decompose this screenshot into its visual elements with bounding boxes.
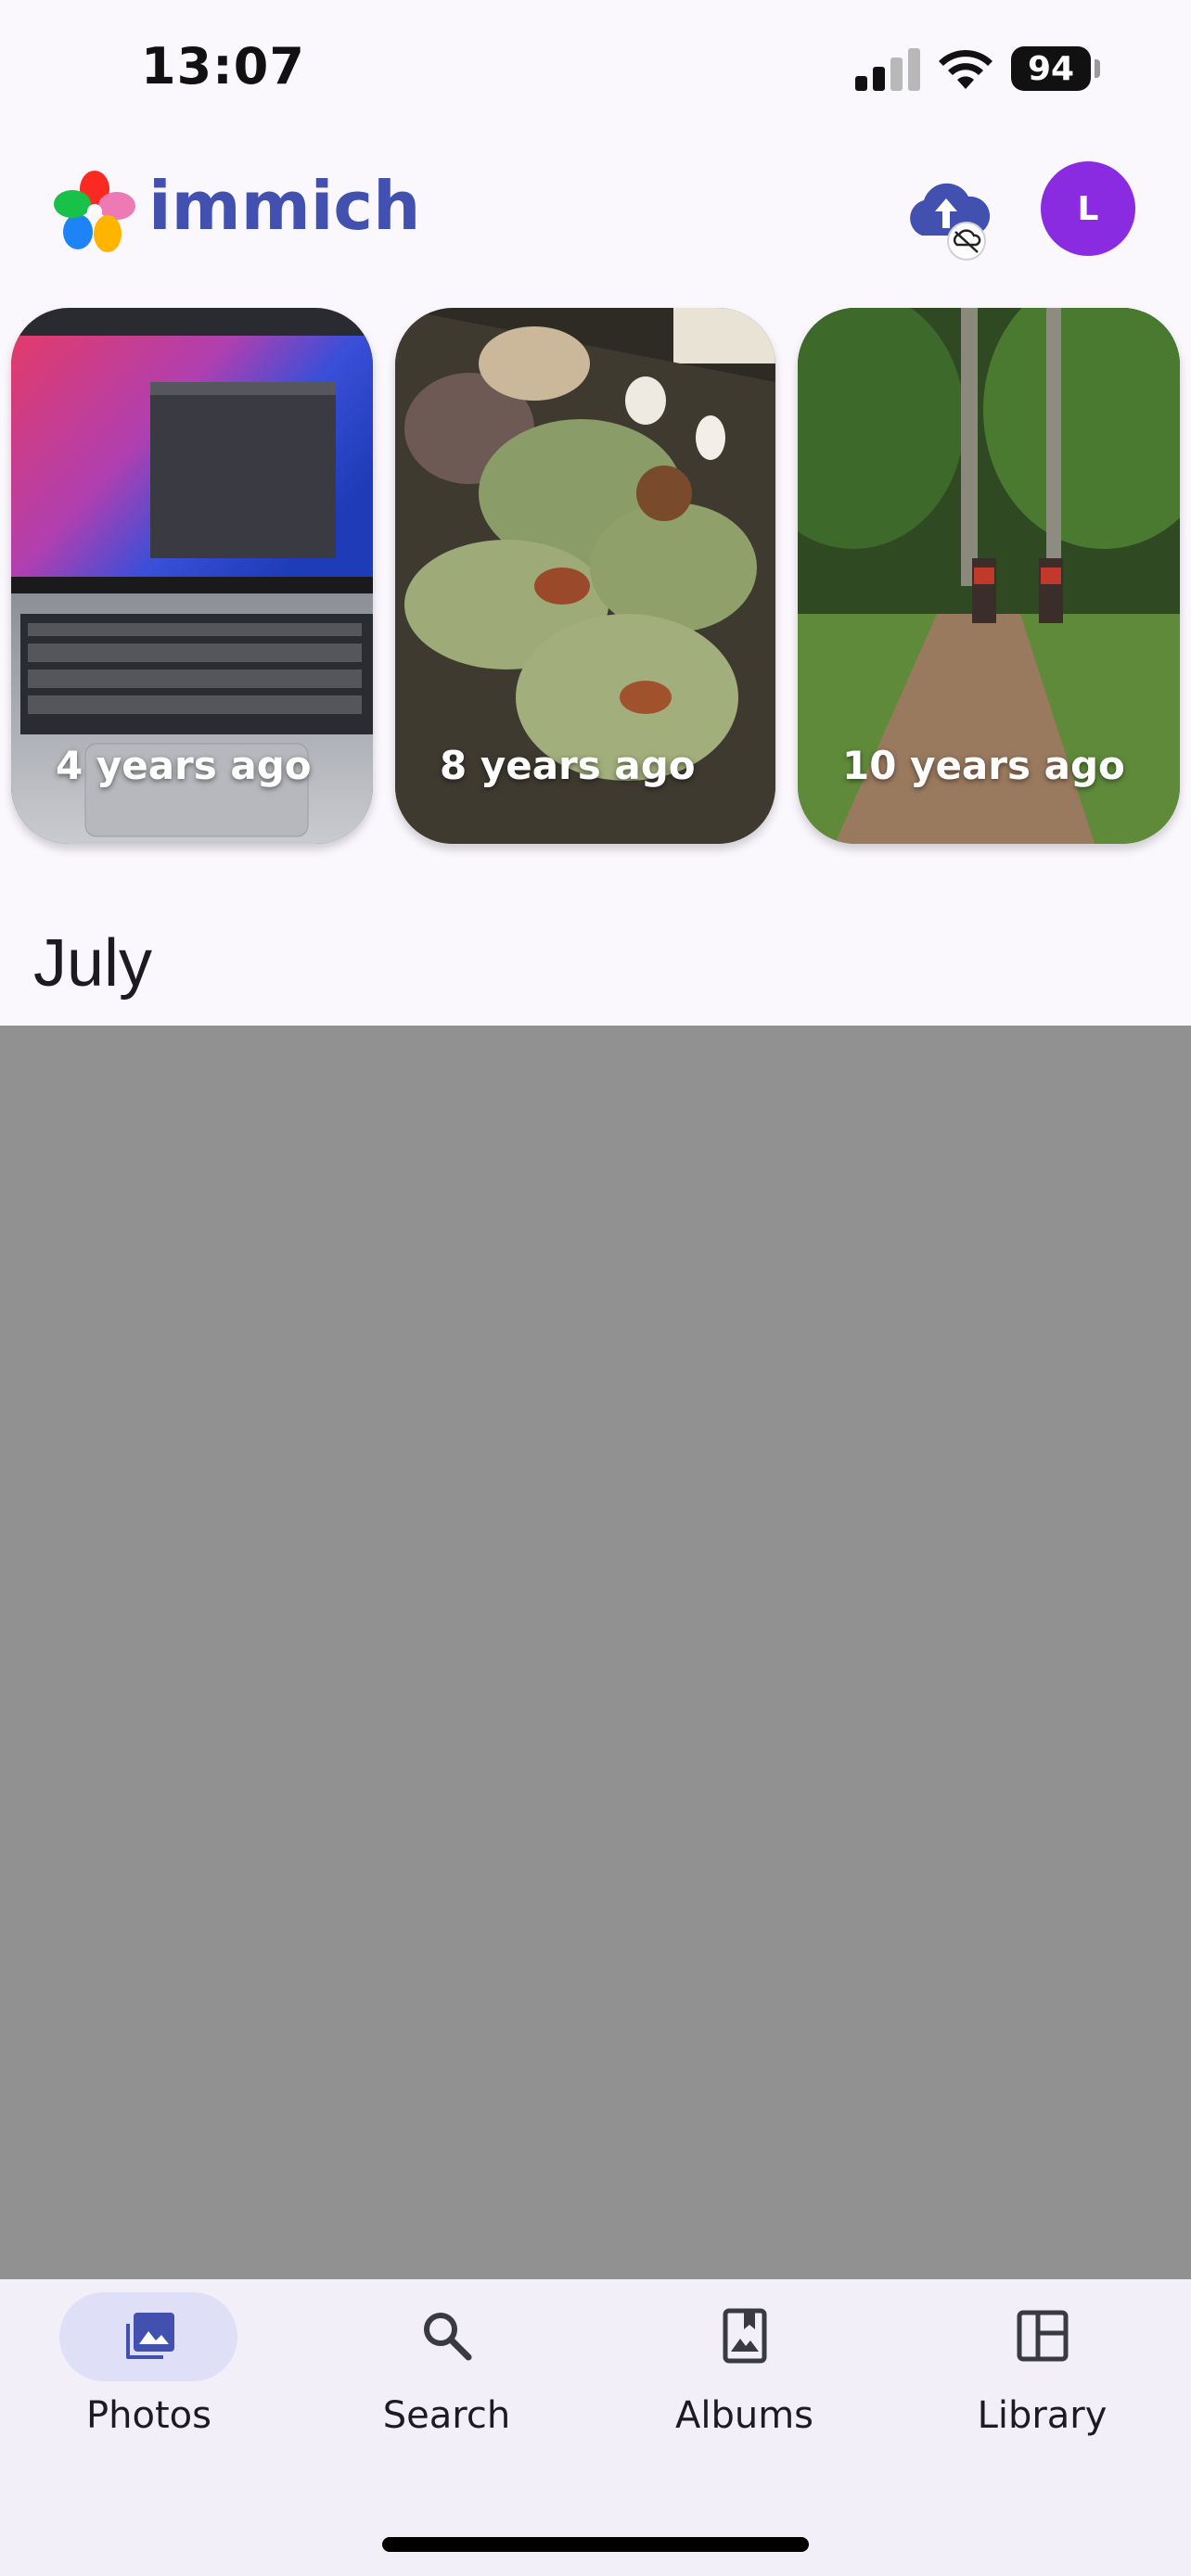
cellular-signal-icon (855, 48, 920, 91)
nav-label: Library (977, 2394, 1108, 2437)
nav-label: Albums (674, 2394, 814, 2437)
albums-icon (723, 2308, 767, 2364)
backup-upload-button[interactable] (898, 176, 1000, 261)
home-indicator[interactable] (382, 2537, 809, 2552)
immich-logo-icon (54, 171, 135, 252)
battery-nub (1095, 59, 1100, 78)
status-bar: 13:07 94 (0, 0, 1191, 139)
timeline-month-header: July (33, 926, 153, 1001)
bottom-navigation: Photos Search Albums Library (0, 2279, 1191, 2576)
nav-tab-photos[interactable]: Photos (0, 2279, 298, 2502)
nav-tab-search[interactable]: Search (298, 2279, 596, 2502)
nav-tab-albums[interactable]: Albums (596, 2279, 893, 2502)
nav-label: Search (382, 2394, 511, 2437)
memory-card-laptop[interactable]: 4 years ago (11, 308, 373, 844)
memory-card-forest[interactable]: 10 years ago (798, 308, 1180, 844)
nav-tab-library[interactable]: Library (893, 2279, 1191, 2502)
immich-app-screen: 13:07 94 immich L 4 years ago 8 years ag… (0, 0, 1191, 2576)
battery-indicator: 94 (1011, 46, 1091, 91)
memory-label: 10 years ago (842, 743, 1125, 788)
memories-carousel[interactable]: 4 years ago 8 years ago 10 years ago (0, 308, 1191, 844)
memory-label: 8 years ago (440, 743, 696, 788)
memory-label: 4 years ago (56, 743, 312, 788)
user-avatar-button[interactable]: L (1041, 161, 1135, 256)
cloud-off-icon (947, 222, 986, 261)
nav-label: Photos (86, 2394, 211, 2437)
library-icon (1017, 2310, 1069, 2362)
photos-icon (126, 2313, 174, 2359)
memory-card-food[interactable]: 8 years ago (395, 308, 775, 844)
search-icon (424, 2313, 472, 2361)
app-name: immich (148, 167, 421, 245)
photo-grid-placeholder[interactable] (0, 1026, 1191, 2279)
status-time: 13:07 (141, 37, 305, 96)
wifi-icon (939, 49, 992, 89)
